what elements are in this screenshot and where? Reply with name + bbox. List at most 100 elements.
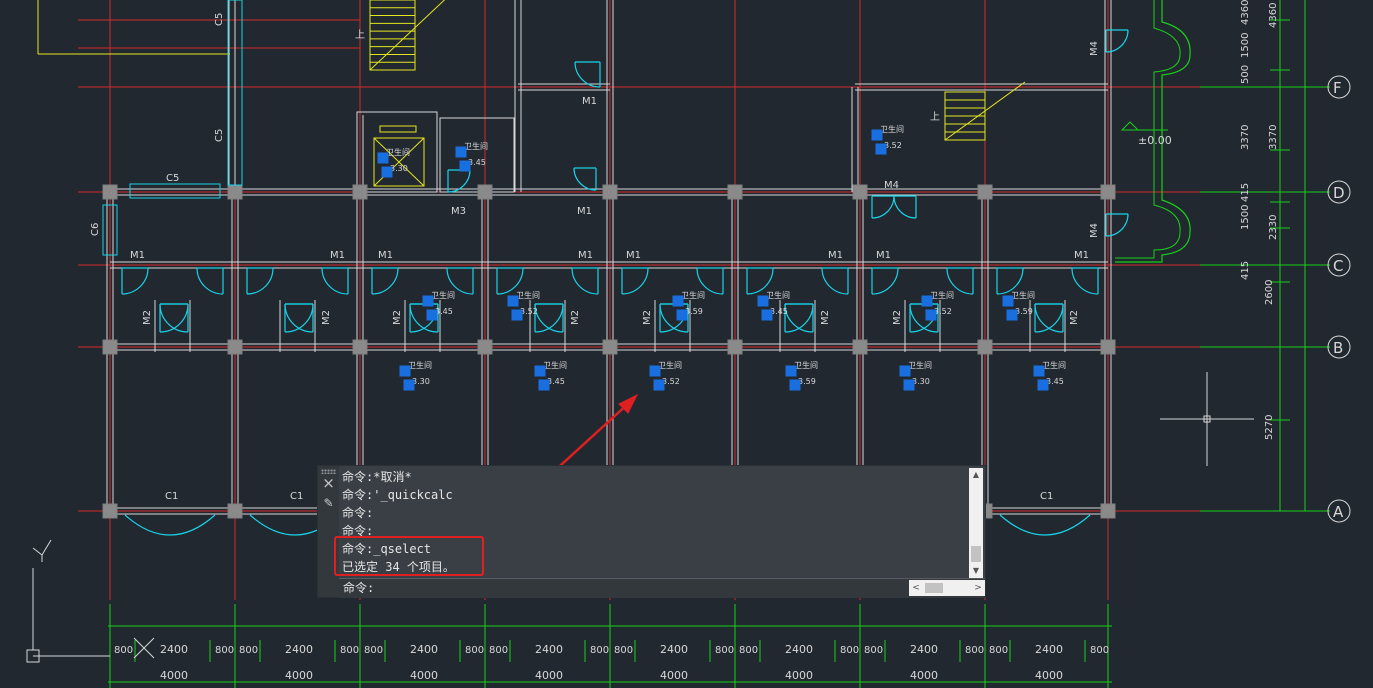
door-swing	[371, 267, 399, 295]
column	[1100, 184, 1116, 200]
scroll-right-icon[interactable]: >	[971, 580, 985, 596]
grip-handle	[1002, 295, 1014, 307]
room-label: M2	[820, 310, 831, 325]
dim-text: 2330	[1268, 215, 1279, 240]
room-tag-code: 3.45	[1046, 377, 1064, 386]
column	[227, 503, 243, 519]
grip-handle	[1037, 379, 1049, 391]
room-tag-text: 卫生间	[1042, 360, 1066, 370]
door-swing	[571, 267, 599, 295]
room-label: M1	[582, 96, 597, 107]
room-tag-text: 卫生间	[516, 290, 540, 300]
command-prompt[interactable]: 命令:	[343, 580, 374, 597]
column	[352, 184, 368, 200]
dim-text: 800	[864, 645, 883, 656]
walls	[37, 0, 1112, 515]
column	[102, 503, 118, 519]
history-line: 命令:'_quickcalc	[342, 488, 453, 502]
door-swing	[871, 195, 895, 219]
grip-handle	[875, 143, 887, 155]
ucs-y-label	[41, 539, 52, 556]
dim-text: 800	[840, 645, 859, 656]
command-input-row[interactable]: 命令: < >	[339, 578, 985, 598]
dim-text: 800	[614, 645, 633, 656]
room-tag-code: 3.52	[934, 307, 952, 316]
door-swing	[321, 267, 349, 295]
room-tag-code: 3.30	[912, 377, 930, 386]
dim-text: 800	[114, 645, 133, 656]
stair-label: 上	[355, 29, 365, 41]
grid-bubble-label: B	[1333, 339, 1343, 357]
grip-handle	[1006, 309, 1018, 321]
grip-handle	[649, 365, 661, 377]
edit-icon[interactable]: ✎	[321, 496, 336, 511]
column	[1100, 503, 1116, 519]
scroll-down-icon[interactable]: ▼	[969, 564, 983, 578]
grip-handle	[399, 365, 411, 377]
input-scrollbar[interactable]: < >	[909, 580, 985, 596]
dim-text: 4000	[410, 669, 438, 682]
column	[727, 184, 743, 200]
grip-handle	[403, 379, 415, 391]
close-icon[interactable]: ×	[321, 476, 336, 491]
history-line: 命令:	[342, 506, 374, 520]
grip-handle	[653, 379, 665, 391]
room-label: C5	[214, 13, 225, 26]
room-tag-text: 卫生间	[408, 360, 432, 370]
grip-handle	[377, 152, 389, 164]
room-tag-code: 3.52	[662, 377, 680, 386]
column	[727, 339, 743, 355]
room-label: M2	[321, 310, 332, 325]
room-label: C1	[1040, 491, 1053, 502]
scroll-thumb[interactable]	[971, 546, 981, 562]
grid-bubble-label: D	[1333, 184, 1345, 202]
room-label: C1	[290, 491, 303, 502]
room-tag-text: 卫生间	[658, 360, 682, 370]
grip-handle	[921, 295, 933, 307]
room-label: M2	[392, 310, 403, 325]
history-scrollbar[interactable]: ▲ ▼	[969, 468, 983, 578]
grid-bubble-label: A	[1333, 503, 1344, 521]
grip-handle	[511, 309, 523, 321]
dim-text: 2400	[410, 643, 438, 656]
dim-text: 415	[1240, 183, 1251, 202]
room-label: M1	[1074, 250, 1089, 261]
command-window-grip[interactable]: × ✎	[318, 466, 339, 597]
room-label: M1	[876, 250, 891, 261]
utility-room	[439, 117, 515, 193]
grip-handle	[538, 379, 550, 391]
grip-handle	[426, 309, 438, 321]
dim-text: 2400	[785, 643, 813, 656]
grip-handle	[789, 379, 801, 391]
door-swing	[573, 167, 597, 191]
room-label: M1	[330, 250, 345, 261]
level-mark-symbol	[1120, 121, 1168, 131]
door-swing	[574, 61, 601, 88]
command-window[interactable]: × ✎ 命令:*取消* 命令:'_quickcalc 命令: 命令: 命令:_q…	[317, 465, 986, 598]
column	[977, 184, 993, 200]
dim-text: 500	[1240, 65, 1251, 84]
level-mark: ±0.00	[1138, 134, 1172, 147]
room-label: M1	[578, 250, 593, 261]
room-label: M2	[142, 310, 153, 325]
grip-handle	[455, 146, 467, 158]
dim-text: 415	[1240, 261, 1251, 280]
door-swing	[871, 267, 899, 295]
door-swing	[196, 267, 224, 295]
room-label: C6	[90, 223, 101, 236]
scroll-up-icon[interactable]: ▲	[969, 468, 983, 482]
dim-text: 800	[590, 645, 609, 656]
room-label: M3	[451, 206, 466, 217]
room-label: M4	[1089, 41, 1100, 56]
room-label: M1	[626, 250, 641, 261]
room-tag-text: 卫生间	[930, 290, 954, 300]
scroll-thumb[interactable]	[925, 583, 943, 593]
dim-text: 4000	[535, 669, 563, 682]
dim-text: 800	[340, 645, 359, 656]
dim-text: 800	[989, 645, 1008, 656]
scroll-left-icon[interactable]: <	[909, 580, 923, 596]
room-label: M2	[642, 310, 653, 325]
cad-workspace[interactable]: 上上 卫生间 3.45 卫生间 3.52 卫生间 3.59 卫生间 3.45 卫生间 3.52 卫生…	[0, 0, 1373, 688]
stair-label: 上	[930, 111, 940, 123]
room-tag-code: 3.45	[468, 158, 486, 167]
